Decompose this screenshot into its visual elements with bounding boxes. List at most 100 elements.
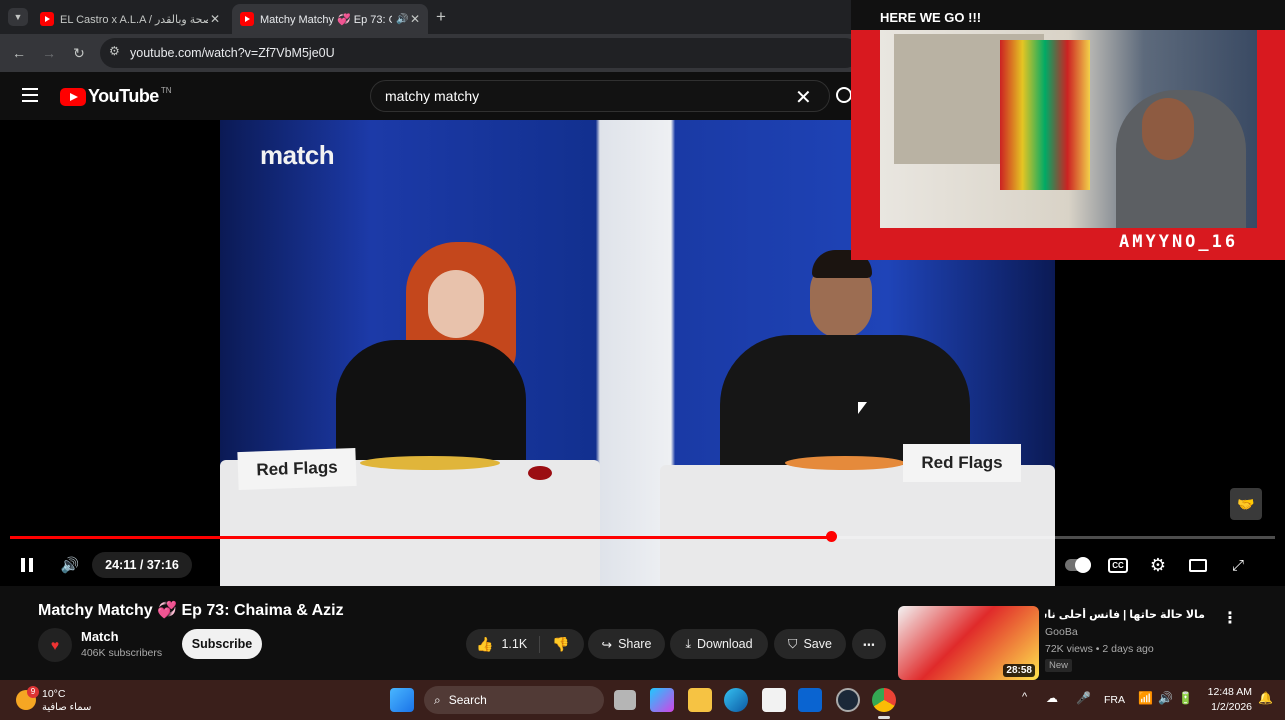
back-button[interactable]: ← [8, 42, 30, 64]
site-info-icon[interactable]: ⚙ [109, 44, 120, 58]
watch-metadata: Matchy Matchy 💞 Ep 73: Chaima & Aziz ♥ M… [0, 586, 1285, 680]
dislike-button[interactable]: 👎 [540, 636, 569, 653]
chrome-active-indicator [878, 716, 890, 719]
clock-date[interactable]: 1/2/2026 [1204, 701, 1252, 713]
fullscreen-icon[interactable]: ⤢ [1226, 552, 1250, 578]
thumbs-up-icon: 👍 [476, 635, 494, 652]
audio-playing-icon[interactable]: 🔊 [396, 14, 408, 25]
tab-el-castro[interactable]: EL Castro x A.L.A / صحة وبالقدر ✕ [32, 4, 228, 34]
youtube-favicon-icon [240, 12, 254, 26]
left-plate [360, 456, 500, 470]
autoplay-toggle[interactable] [1064, 552, 1092, 578]
new-badge: New [1045, 659, 1073, 672]
red-flags-sign-left: Red Flags [237, 447, 357, 491]
woman-body [336, 340, 526, 460]
recommended-channel: GooBa [1045, 626, 1078, 638]
speaker-icon[interactable]: 🔊 [1158, 691, 1173, 705]
recommended-title: مالا حالة حاتها | فانس أحلى ناس [1045, 609, 1205, 621]
notifications-icon[interactable]: 🔔 [1258, 691, 1273, 705]
tab-title: EL Castro x A.L.A / صحة وبالقدر [60, 13, 208, 26]
forward-button[interactable]: → [38, 42, 60, 64]
more-actions-button[interactable]: ⋯ [852, 629, 886, 659]
streamer-name: AMYYNO_16 [1119, 232, 1239, 252]
taskbar-search[interactable]: ⌕ Search [424, 686, 604, 714]
streamer-face [1142, 98, 1194, 160]
menu-icon[interactable] [22, 88, 38, 102]
video-duration: 28:58 [1003, 664, 1035, 677]
like-button[interactable]: 👍 1.1K [466, 635, 540, 653]
youtube-logo-text: YouTube [88, 86, 159, 106]
webcam-header-text: HERE WE GO !!! [880, 10, 982, 25]
file-explorer-icon[interactable] [688, 688, 712, 712]
recommended-meta: 72K views • 2 days ago [1045, 643, 1154, 655]
match-logo: match [260, 140, 335, 170]
right-table [660, 465, 1055, 586]
onedrive-icon[interactable]: ☁ [1046, 691, 1058, 705]
miniplayer-icon[interactable] [1186, 552, 1210, 578]
share-icon: ↪ [601, 637, 613, 652]
share-button[interactable]: ↪ Share [588, 629, 665, 659]
rose [528, 466, 552, 480]
right-plate [785, 456, 905, 470]
channel-watermark-icon[interactable]: 🤝 [1230, 488, 1262, 520]
windows-taskbar: 9 10°C سماء صافية ⌕ Search ^ ☁ 🎤 FRA 📶 🔊 … [0, 680, 1285, 720]
chrome-icon[interactable] [872, 688, 896, 712]
search-query: matchy matchy [385, 88, 480, 104]
country-code: TN [160, 86, 172, 95]
weather-widget[interactable]: 9 10°C سماء صافية [16, 686, 126, 716]
clock-time[interactable]: 12:48 AM [1204, 686, 1252, 698]
close-tab-icon[interactable]: ✕ [410, 12, 420, 26]
tab-list-button[interactable]: ▼ [8, 8, 28, 26]
microphone-icon[interactable]: 🎤 [1076, 691, 1091, 705]
wifi-icon[interactable]: 📶 [1138, 691, 1153, 705]
copilot-icon[interactable] [650, 688, 674, 712]
time-display: 24:11 / 37:16 [92, 552, 192, 578]
tab-matchy-matchy[interactable]: Matchy Matchy 💞 Ep 73: C 🔊 ✕ [232, 4, 428, 34]
address-bar[interactable]: ⚙ youtube.com/watch?v=Zf7VbM5je0U [100, 38, 860, 68]
bookmark-icon: ⛉ [788, 636, 798, 651]
start-button[interactable] [390, 688, 414, 712]
youtube-play-icon [60, 87, 86, 106]
volume-icon[interactable]: 🔊 [58, 552, 82, 578]
video-title: Matchy Matchy 💞 Ep 73: Chaima & Aziz [38, 602, 344, 619]
steam-icon[interactable] [836, 688, 860, 712]
more-options-icon[interactable]: ⋮ [1222, 608, 1238, 628]
edge-icon[interactable] [724, 688, 748, 712]
clear-search-icon[interactable]: ✕ [795, 85, 812, 110]
save-button[interactable]: ⛉ Save [774, 629, 846, 659]
search-icon[interactable] [836, 87, 852, 103]
download-button[interactable]: ⤓ Download [670, 629, 768, 659]
input-language[interactable]: FRA [1104, 694, 1125, 706]
recommended-video[interactable]: 28:58 مالا حالة حاتها | فانس أحلى ناس Go… [898, 606, 1278, 680]
red-flags-sign-right: Red Flags [903, 444, 1021, 482]
outlook-icon[interactable] [798, 688, 822, 712]
channel-avatar[interactable]: ♥ [38, 628, 72, 662]
pause-button[interactable] [16, 552, 38, 578]
scarves [1000, 40, 1090, 190]
weather-condition: سماء صافية [42, 702, 92, 713]
reload-button[interactable]: ↻ [68, 42, 90, 64]
weather-badge: 9 [27, 686, 39, 698]
download-label: Download [696, 637, 753, 651]
tray-overflow-icon[interactable]: ^ [1022, 691, 1027, 703]
new-tab-button[interactable]: + [436, 7, 446, 27]
download-icon: ⤓ [685, 636, 691, 651]
store-icon[interactable] [762, 688, 786, 712]
url-text: youtube.com/watch?v=Zf7VbM5je0U [130, 46, 335, 60]
captions-icon[interactable]: CC [1106, 552, 1130, 578]
search-input[interactable]: matchy matchy ✕ [370, 80, 830, 112]
subscriber-count: 406K subscribers [81, 647, 163, 659]
youtube-logo[interactable]: YouTube TN [60, 86, 172, 107]
close-tab-icon[interactable]: ✕ [210, 12, 220, 26]
channel-name[interactable]: Match [81, 629, 119, 644]
taskbar-search-label: Search [448, 693, 487, 707]
task-view-icon[interactable] [614, 690, 636, 710]
tab-title: Matchy Matchy 💞 Ep 73: C [260, 13, 392, 26]
battery-icon[interactable]: 🔋 [1178, 691, 1193, 705]
settings-gear-icon[interactable]: ⚙ [1146, 552, 1170, 578]
recommended-thumbnail[interactable]: 28:58 [898, 606, 1039, 680]
progress-bar-played [10, 536, 831, 539]
subscribe-button[interactable]: Subscribe [182, 629, 262, 659]
progress-scrubber[interactable] [825, 531, 837, 542]
search-icon: ⌕ [434, 692, 441, 707]
